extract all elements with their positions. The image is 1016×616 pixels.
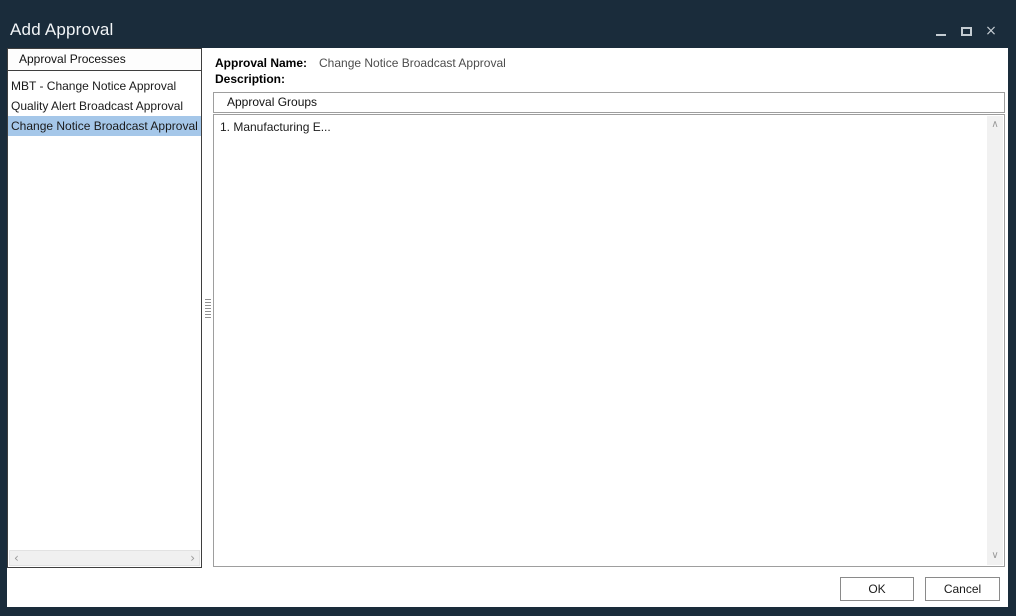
horizontal-scrollbar[interactable]: ‹ › — [9, 550, 200, 566]
vertical-scrollbar[interactable]: ∧ ∨ — [987, 116, 1003, 565]
minimize-icon — [936, 33, 946, 36]
add-approval-dialog: Add Approval × Approval Processes MBT - … — [0, 0, 1016, 616]
column-header-approval-groups[interactable]: Approval Groups — [213, 92, 1005, 113]
description-label: Description: — [215, 72, 286, 86]
approval-processes-panel: Approval Processes MBT - Change Notice A… — [7, 48, 202, 568]
cancel-button[interactable]: Cancel — [925, 577, 1000, 601]
close-icon: × — [985, 23, 997, 39]
approval-process-item[interactable]: MBT - Change Notice Approval — [8, 76, 201, 96]
approval-process-item[interactable]: Quality Alert Broadcast Approval — [8, 96, 201, 116]
approval-name-row: Approval Name: Change Notice Broadcast A… — [215, 56, 506, 70]
scroll-left-icon[interactable]: ‹ — [14, 552, 19, 564]
approval-process-item-selected[interactable]: Change Notice Broadcast Approval — [8, 116, 201, 136]
maximize-button[interactable] — [959, 24, 973, 38]
approval-name-label: Approval Name: — [215, 56, 308, 70]
scroll-up-icon[interactable]: ∧ — [991, 119, 998, 131]
title-bar: Add Approval × — [0, 0, 1016, 48]
window-title: Add Approval — [10, 20, 114, 39]
approval-group-item[interactable]: 1. Manufacturing E... — [214, 115, 1004, 134]
splitter-grip-icon — [205, 298, 211, 318]
scroll-down-icon[interactable]: ∨ — [991, 550, 998, 562]
maximize-icon — [960, 26, 972, 36]
ok-button[interactable]: OK — [840, 577, 914, 601]
scroll-right-icon[interactable]: › — [190, 552, 195, 564]
approval-detail-pane: Approval Name: Change Notice Broadcast A… — [213, 48, 1005, 568]
approval-process-list: MBT - Change Notice Approval Quality Ale… — [8, 71, 201, 136]
column-header-approval-processes[interactable]: Approval Processes — [8, 49, 201, 71]
dialog-content: Approval Processes MBT - Change Notice A… — [7, 48, 1008, 607]
close-button[interactable]: × — [984, 24, 998, 38]
window-controls: × — [934, 24, 998, 38]
minimize-button[interactable] — [934, 24, 948, 38]
description-row: Description: — [215, 72, 285, 86]
approval-groups-list: 1. Manufacturing E... ∧ ∨ — [213, 114, 1005, 567]
panel-splitter[interactable] — [203, 48, 213, 568]
approval-name-value: Change Notice Broadcast Approval — [319, 56, 506, 70]
